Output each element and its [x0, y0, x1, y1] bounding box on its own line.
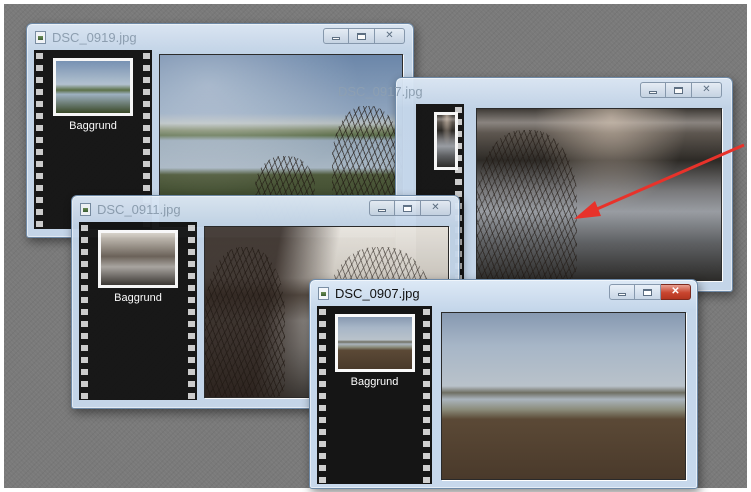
maximize-button[interactable] — [349, 28, 375, 44]
filmstrip-panel: Baggrund — [79, 222, 197, 400]
minimize-button[interactable] — [640, 82, 666, 98]
layer-label: Baggrund — [114, 292, 162, 304]
title-bar[interactable]: DSC_0911.jpg ✕ — [72, 196, 459, 222]
close-icon: ✕ — [702, 84, 711, 95]
image-file-icon — [35, 31, 46, 44]
window-controls: ✕ — [323, 28, 405, 46]
image-file-icon — [318, 287, 329, 300]
minimize-icon — [332, 37, 340, 40]
film-perforations — [421, 306, 432, 484]
window-title: DSC_0919.jpg — [52, 30, 137, 45]
film-perforations — [186, 222, 197, 400]
layer-thumbnail[interactable] — [98, 230, 178, 288]
close-icon: ✕ — [385, 30, 394, 41]
layer-label: Baggrund — [69, 120, 117, 132]
window-title: DSC_0907.jpg — [335, 286, 420, 301]
title-bar[interactable]: DSC_0917.jpg ✕ — [338, 78, 732, 104]
minimize-button[interactable] — [323, 28, 349, 44]
filmstrip-panel: Baggrund — [317, 306, 432, 484]
minimize-button[interactable] — [609, 284, 635, 300]
window-title: DSC_0917.jpg — [338, 84, 423, 99]
maximize-icon — [674, 86, 683, 94]
maximize-button[interactable] — [635, 284, 661, 300]
close-button[interactable]: ✕ — [692, 82, 722, 98]
window-title: DSC_0911.jpg — [97, 202, 181, 217]
image-canvas[interactable] — [441, 312, 686, 480]
maximize-button[interactable] — [666, 82, 692, 98]
title-bar[interactable]: DSC_0919.jpg ✕ — [27, 24, 413, 50]
tree — [477, 130, 577, 280]
image-canvas[interactable] — [476, 108, 722, 281]
window-controls: ✕ — [640, 82, 722, 100]
layer-thumbnail[interactable] — [53, 58, 133, 116]
maximize-button[interactable] — [395, 200, 421, 216]
desktop-background: DSC_0919.jpg ✕ Baggrund DSC_0917.jpg ✕ D… — [4, 4, 747, 489]
image-window-dsc-0907[interactable]: DSC_0907.jpg ✕ Baggrund — [309, 279, 698, 489]
image-file-icon — [80, 203, 91, 216]
tree — [205, 247, 285, 397]
close-button[interactable]: ✕ — [375, 28, 405, 44]
title-bar[interactable]: DSC_0907.jpg ✕ — [310, 280, 697, 306]
close-button[interactable]: ✕ — [661, 284, 691, 300]
film-perforations — [79, 222, 90, 400]
maximize-icon — [357, 32, 366, 40]
minimize-icon — [378, 209, 386, 212]
close-icon: ✕ — [671, 286, 680, 297]
maximize-icon — [643, 288, 652, 296]
layer-label: Baggrund — [350, 376, 399, 388]
close-button[interactable]: ✕ — [421, 200, 451, 216]
close-icon: ✕ — [431, 202, 440, 213]
window-controls: ✕ — [369, 200, 451, 218]
film-perforations — [317, 306, 328, 484]
layer-thumbnail[interactable] — [434, 112, 458, 170]
minimize-button[interactable] — [369, 200, 395, 216]
maximize-icon — [403, 204, 412, 212]
layer-thumbnail[interactable] — [334, 314, 415, 372]
minimize-icon — [649, 91, 657, 94]
minimize-icon — [618, 293, 626, 296]
window-controls: ✕ — [609, 284, 691, 302]
film-perforations — [34, 50, 45, 229]
